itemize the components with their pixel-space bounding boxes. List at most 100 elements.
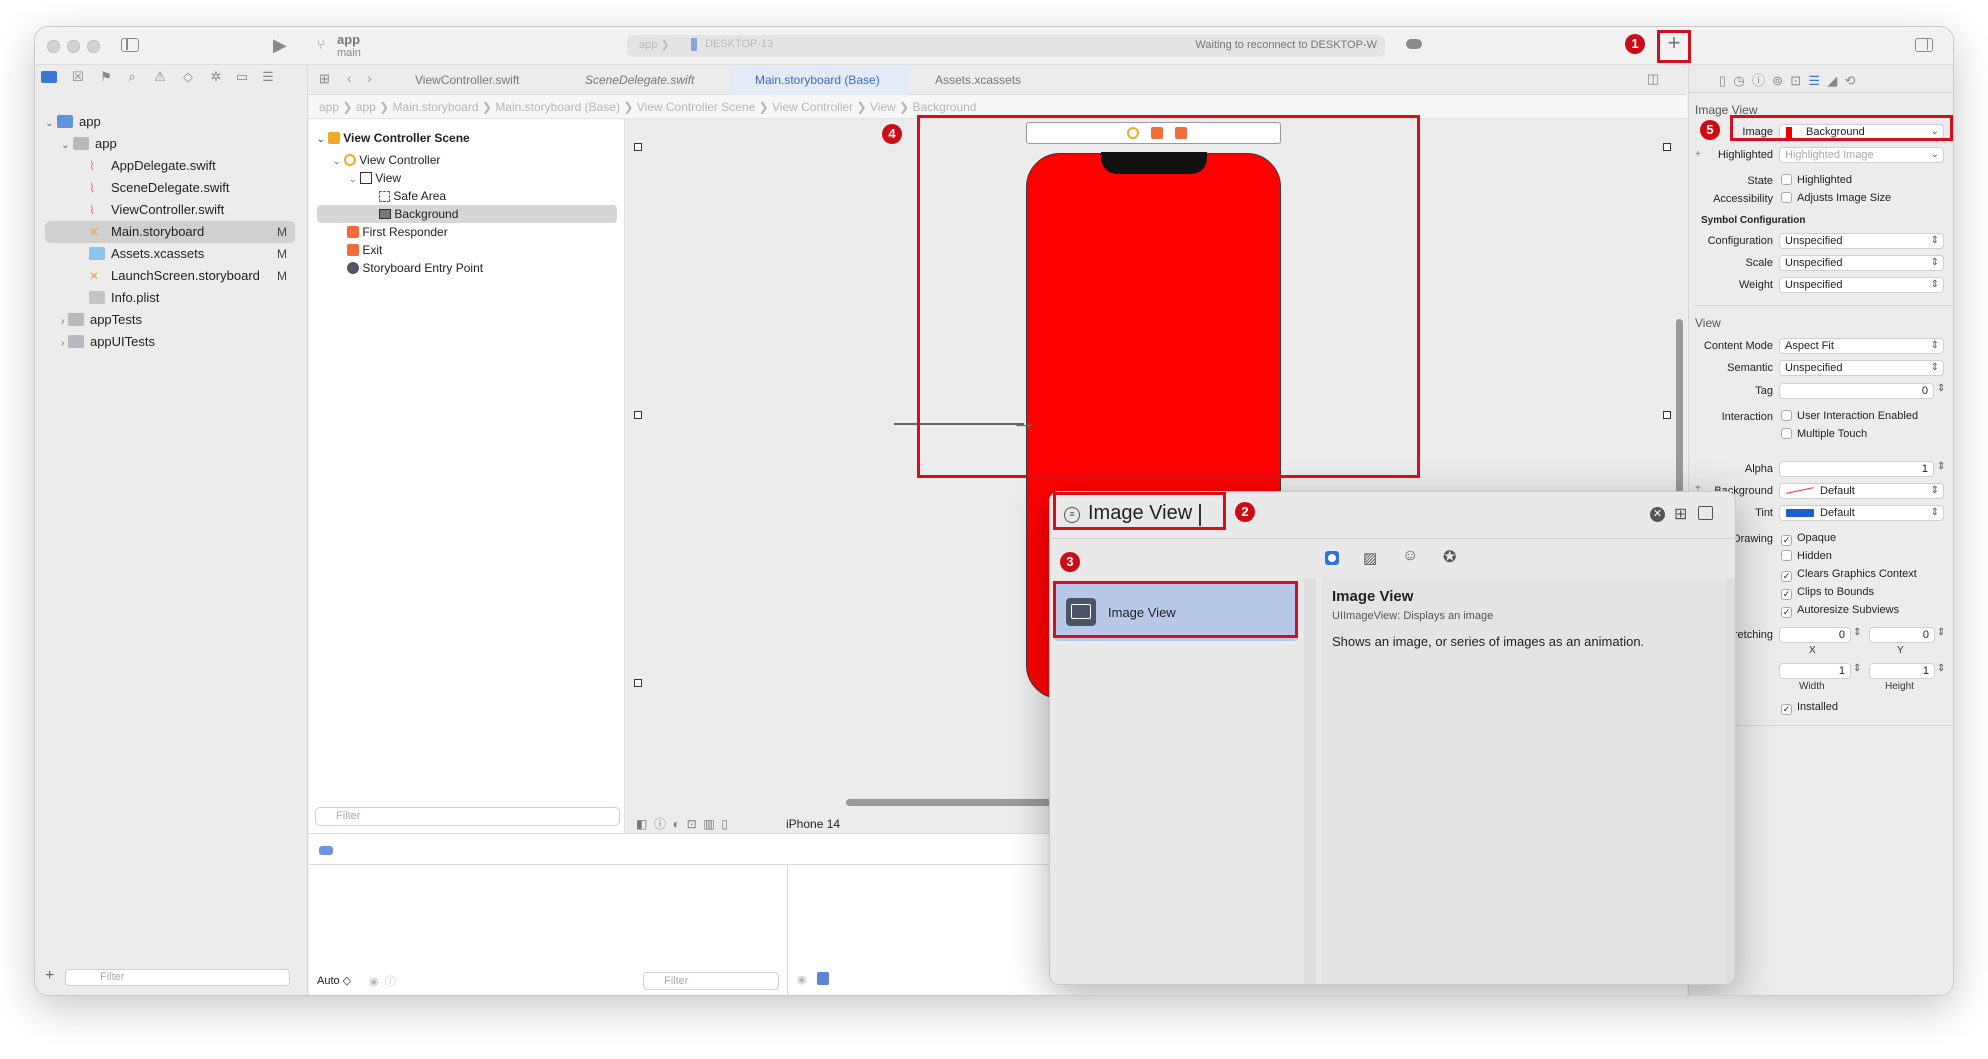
tag-stepper[interactable]: ⇕	[1937, 383, 1945, 394]
tag-field[interactable]: 0	[1779, 383, 1934, 399]
add-file-icon[interactable]: +	[45, 967, 54, 985]
stretch-y-field[interactable]: 0	[1869, 627, 1935, 643]
jump-item[interactable]: Background	[912, 100, 976, 114]
outline-first-responder[interactable]: First Responder	[347, 223, 617, 241]
autoresize-checkbox[interactable]: ✓ Autoresize Subviews	[1781, 604, 1899, 618]
report-icon[interactable]: ☰	[259, 68, 277, 86]
grid-view-icon[interactable]: ⊞	[1674, 504, 1687, 524]
tree-item-assets[interactable]: Assets.xcassets M	[45, 243, 295, 265]
jump-item[interactable]: View	[870, 100, 896, 114]
bookmark-icon[interactable]: ⚑	[97, 68, 115, 86]
highlighted-checkbox[interactable]: Highlighted	[1781, 174, 1852, 186]
tree-item-main-storyboard[interactable]: ✕ Main.storyboard M	[45, 221, 295, 243]
device-selector[interactable]: iPhone 14	[786, 817, 840, 831]
hidden-checkbox[interactable]: Hidden	[1781, 550, 1832, 562]
detail-scrollbar[interactable]	[1726, 578, 1735, 984]
stretch-width-field[interactable]: 1	[1779, 663, 1851, 679]
tree-item-appdelegate[interactable]: ⌇ AppDelegate.swift	[45, 155, 295, 177]
outline-view-controller[interactable]: ⌄ View Controller	[333, 151, 617, 169]
horizontal-scrollbar[interactable]	[846, 799, 1056, 806]
background-color-select[interactable]: Default ⇕	[1779, 483, 1944, 499]
run-icon[interactable]: ▶	[273, 35, 287, 56]
eye-icon[interactable]: ◉ ⓘ	[369, 973, 396, 989]
variables-filter-input[interactable]: Filter	[643, 972, 779, 990]
tree-item-apptests[interactable]: › appTests	[45, 309, 295, 331]
media-tab-icon[interactable]: ▨	[1363, 549, 1377, 567]
tree-item-app-folder[interactable]: ⌄ app	[45, 133, 295, 155]
tree-item-app-project[interactable]: ⌄ app	[45, 111, 295, 133]
alpha-field[interactable]: 1	[1779, 461, 1934, 477]
tree-item-scenedelegate[interactable]: ⌇ SceneDelegate.swift	[45, 177, 295, 199]
weight-select[interactable]: Unspecified ⇕	[1779, 277, 1944, 293]
find-icon[interactable]: ⌕	[123, 68, 141, 86]
outline-view[interactable]: ⌄ View	[349, 169, 617, 187]
scheme-device[interactable]: DESKTOP-13	[705, 38, 773, 50]
sidebar-toggle-icon[interactable]	[121, 38, 139, 52]
scheme-app[interactable]: app ❯	[639, 38, 670, 51]
configuration-select[interactable]: Unspecified ⇕	[1779, 233, 1944, 249]
zoom-window-button[interactable]	[87, 40, 100, 53]
favorites-tab-icon[interactable]: ✪	[1443, 547, 1456, 567]
grid-icon[interactable]: ⊞	[319, 71, 330, 87]
close-window-button[interactable]	[47, 40, 60, 53]
outline-entry-point[interactable]: Storyboard Entry Point	[347, 259, 617, 277]
jump-item[interactable]: View Controller Scene	[637, 100, 756, 114]
inspector-toggle-icon[interactable]	[1915, 38, 1933, 52]
outline-safe-area[interactable]: Safe Area	[369, 187, 617, 205]
stretch-height-stepper[interactable]: ⇕	[1937, 663, 1945, 674]
test-icon[interactable]: ◇	[179, 68, 197, 86]
stretch-height-field[interactable]: 1	[1869, 663, 1935, 679]
minimize-window-button[interactable]	[67, 40, 80, 53]
jump-item[interactable]: Main.storyboard (Base)	[495, 100, 620, 114]
forward-icon[interactable]: ›	[367, 70, 372, 86]
highlighted-image-field[interactable]: Highlighted Image ⌄	[1779, 147, 1944, 163]
installed-checkbox[interactable]: ✓ Installed	[1781, 701, 1838, 715]
jump-item[interactable]: Main.storyboard	[393, 100, 479, 114]
opaque-checkbox[interactable]: ✓ Opaque	[1781, 532, 1836, 546]
stretch-y-stepper[interactable]: ⇕	[1937, 627, 1945, 638]
navigator-filter-input[interactable]: Filter	[65, 969, 290, 986]
canvas-control-icons[interactable]: ◧ ⓘ ◐ ⊡ ▥ ▯	[636, 815, 728, 832]
tab-scenedelegate[interactable]: SceneDelegate.swift	[559, 65, 729, 95]
outline-scene[interactable]: ⌄ View Controller Scene	[317, 129, 617, 147]
back-icon[interactable]: ‹	[347, 70, 352, 86]
tab-main-storyboard[interactable]: Main.storyboard (Base)	[729, 65, 909, 95]
inspector-tab-icons[interactable]: ▯ ◷ ⓘ ⊚ ⊡ ☰ ◢ ⟲	[1719, 70, 1855, 89]
jump-item[interactable]: app	[319, 100, 339, 114]
resize-handle[interactable]	[1663, 143, 1671, 151]
tab-assets[interactable]: Assets.xcassets	[909, 65, 1079, 95]
jump-item[interactable]: View Controller	[772, 100, 853, 114]
tree-item-infoplist[interactable]: Info.plist	[45, 287, 295, 309]
breakpoint-icon[interactable]: ▭	[233, 68, 251, 86]
stretch-x-field[interactable]: 0	[1779, 627, 1851, 643]
alpha-stepper[interactable]: ⇕	[1937, 461, 1945, 472]
clips-bounds-checkbox[interactable]: ✓ Clips to Bounds	[1781, 586, 1874, 600]
tree-item-viewcontroller[interactable]: ⌇ ViewController.swift	[45, 199, 295, 221]
console-split-icon[interactable]	[817, 972, 829, 985]
resize-handle[interactable]	[1663, 411, 1671, 419]
objects-tab-icon[interactable]	[1325, 551, 1339, 565]
colors-tab-icon[interactable]: ☺	[1402, 547, 1418, 565]
scale-select[interactable]: Unspecified ⇕	[1779, 255, 1944, 271]
jump-item[interactable]: app	[356, 100, 376, 114]
content-mode-select[interactable]: Aspect Fit ⇕	[1779, 338, 1944, 354]
stretch-x-stepper[interactable]: ⇕	[1853, 627, 1861, 638]
clears-graphics-checkbox[interactable]: ✓ Clears Graphics Context	[1781, 568, 1917, 582]
console-eye-icon[interactable]: ◉	[797, 973, 807, 986]
adjusts-image-size-checkbox[interactable]: Adjusts Image Size	[1781, 192, 1891, 204]
resize-handle[interactable]	[634, 679, 642, 687]
clear-search-icon[interactable]: ✕	[1650, 507, 1665, 522]
list-scrollbar[interactable]	[1304, 578, 1316, 984]
detail-view-icon[interactable]	[1698, 506, 1713, 520]
outline-exit[interactable]: Exit	[347, 241, 617, 259]
outline-filter-input[interactable]: Filter	[315, 807, 620, 826]
issue-icon[interactable]: ⚠	[151, 68, 169, 86]
debug-icon[interactable]: ✲	[207, 68, 225, 86]
folder-nav-icon[interactable]	[41, 71, 57, 83]
debug-toggle-icon[interactable]	[319, 846, 333, 855]
outline-background[interactable]: Background	[317, 205, 617, 223]
resize-handle[interactable]	[634, 143, 642, 151]
semantic-select[interactable]: Unspecified ⇕	[1779, 360, 1944, 376]
variables-auto-selector[interactable]: Auto ◇	[317, 974, 351, 987]
tree-item-appuitests[interactable]: › appUITests	[45, 331, 295, 353]
